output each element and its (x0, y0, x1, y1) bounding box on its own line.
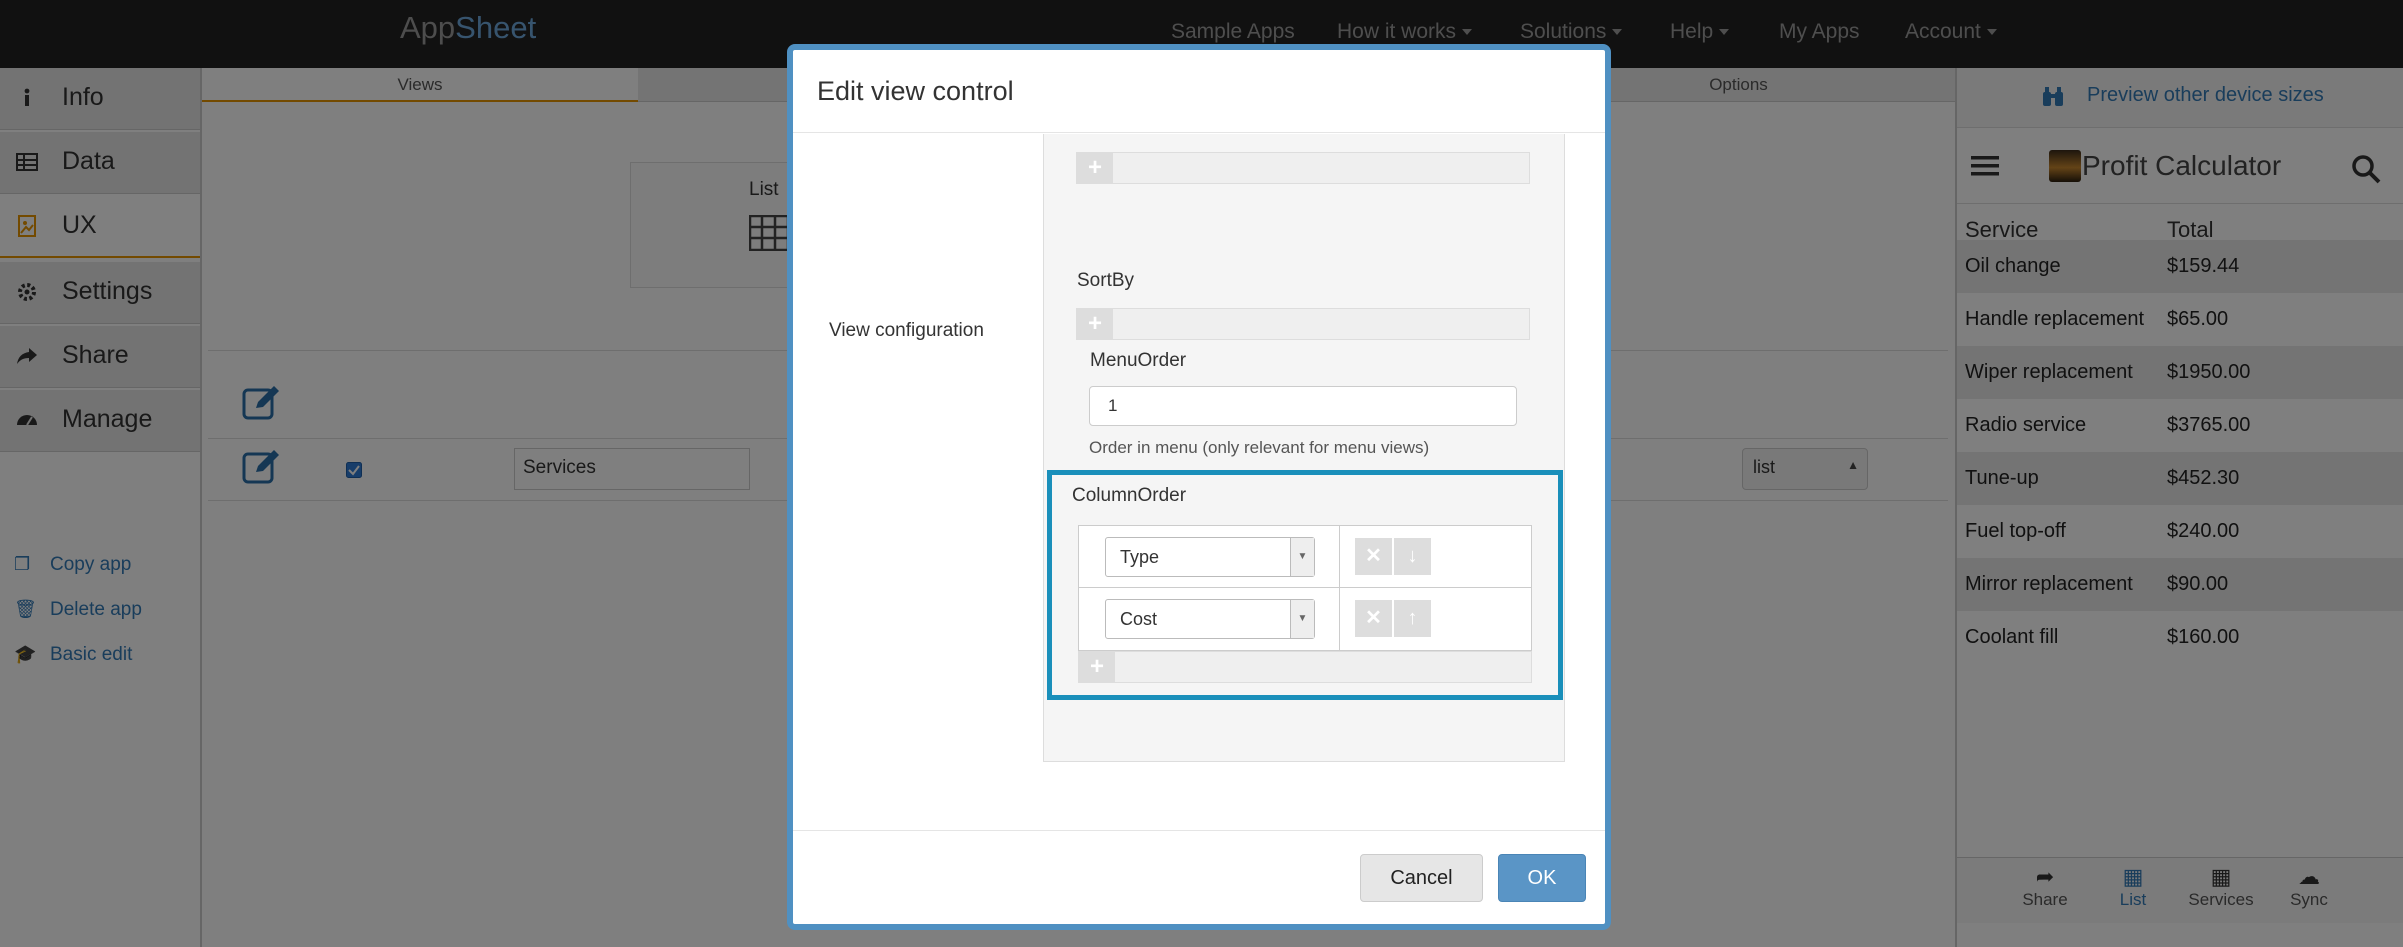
plus-icon[interactable]: + (1079, 652, 1115, 682)
plus-icon[interactable]: + (1077, 309, 1113, 339)
dialog-title: Edit view control (817, 76, 1014, 106)
chevron-down-icon: ▼ (1290, 600, 1314, 638)
divider (793, 830, 1605, 831)
move-up-button[interactable]: ↑ (1394, 600, 1431, 637)
cancel-button[interactable]: Cancel (1360, 854, 1483, 902)
menuorder-help-text: Order in menu (only relevant for menu vi… (1089, 438, 1430, 457)
columnorder-highlight: ColumnOrder Type ▼ ✕ ↓ Cost ▼ ✕ ↑ + (1047, 470, 1563, 700)
move-down-button[interactable]: ↓ (1394, 538, 1431, 575)
columnorder-table: Type ▼ ✕ ↓ Cost ▼ ✕ ↑ (1078, 525, 1532, 651)
remove-column-button[interactable]: ✕ (1355, 538, 1392, 575)
divider (1339, 526, 1340, 650)
remove-column-button[interactable]: ✕ (1355, 600, 1392, 637)
menuorder-input[interactable]: 1 (1089, 386, 1517, 426)
sortby-add-bar[interactable]: + (1076, 308, 1530, 340)
menuorder-label: MenuOrder (1090, 350, 1187, 371)
chevron-down-icon: ▼ (1290, 538, 1314, 576)
sortby-label: SortBy (1077, 270, 1135, 291)
column-select[interactable]: Type ▼ (1105, 537, 1315, 577)
column-select[interactable]: Cost ▼ (1105, 599, 1315, 639)
divider (793, 132, 1605, 133)
plus-icon[interactable]: + (1077, 153, 1113, 183)
divider (1079, 587, 1531, 588)
view-configuration-label: View configuration (829, 320, 984, 341)
columnorder-label: ColumnOrder (1072, 485, 1187, 506)
ok-button[interactable]: OK (1498, 854, 1586, 902)
add-row-bar[interactable]: + (1076, 152, 1530, 184)
edit-view-control-dialog: Edit view control View configuration + S… (787, 44, 1611, 930)
columnorder-add-bar[interactable]: + (1078, 651, 1532, 683)
